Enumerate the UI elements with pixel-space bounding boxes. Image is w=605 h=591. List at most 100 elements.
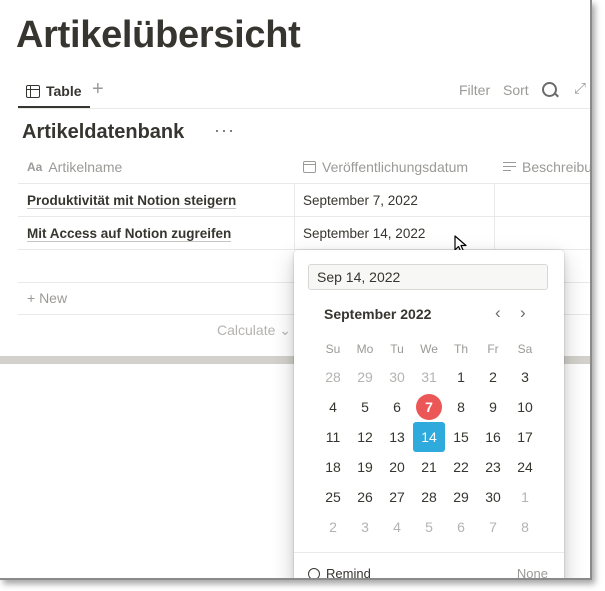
weekday-label: Fr <box>487 342 499 356</box>
month-label: September 2022 <box>324 306 432 322</box>
weekday-label: Su <box>325 342 341 356</box>
calendar-day-selected[interactable]: 14 <box>413 422 445 452</box>
calendar-day-number: 23 <box>485 459 501 475</box>
table-row-name[interactable]: Mit Access auf Notion zugreifen <box>27 226 232 242</box>
calendar-day[interactable]: 5 <box>413 512 445 542</box>
calendar-day-number: 4 <box>329 399 337 415</box>
weekday-label: Th <box>453 342 468 356</box>
calendar-day-number: 5 <box>361 399 369 415</box>
calendar-day[interactable]: 30 <box>477 482 509 512</box>
calendar-day-number: 17 <box>517 429 533 445</box>
calendar-day[interactable]: 2 <box>477 362 509 392</box>
calendar-day-number: 1 <box>521 489 529 505</box>
calendar-day-number: 15 <box>453 429 469 445</box>
remind-value[interactable]: None <box>517 566 548 578</box>
calendar-day[interactable]: 19 <box>349 452 381 482</box>
calendar-day[interactable]: 3 <box>349 512 381 542</box>
calendar-day[interactable]: 25 <box>317 482 349 512</box>
calendar-day[interactable]: 26 <box>349 482 381 512</box>
divider <box>294 183 295 249</box>
sort-button[interactable]: Sort <box>503 82 529 98</box>
table-icon <box>26 84 40 98</box>
calendar-day[interactable]: 8 <box>509 512 541 542</box>
calendar-day-number: 19 <box>357 459 373 475</box>
calendar-day[interactable]: 17 <box>509 422 541 452</box>
calculate-button[interactable]: Calculate ⌄ <box>217 322 291 339</box>
table-row-date[interactable]: September 7, 2022 <box>303 193 418 208</box>
calendar-day[interactable]: 6 <box>381 392 413 422</box>
calendar-day[interactable]: 2 <box>317 512 349 542</box>
calendar-day[interactable]: 10 <box>509 392 541 422</box>
calendar-day-number: 30 <box>485 489 501 505</box>
calendar-day-number: 26 <box>357 489 373 505</box>
text-property-icon: Aa <box>27 159 43 174</box>
calendar-day[interactable]: 27 <box>381 482 413 512</box>
calendar-day[interactable]: 11 <box>317 422 349 452</box>
calendar-day[interactable]: 23 <box>477 452 509 482</box>
calendar-day[interactable]: 18 <box>317 452 349 482</box>
calendar-day[interactable]: 20 <box>381 452 413 482</box>
table-row-name[interactable]: Produktivität mit Notion steigern <box>27 193 237 209</box>
column-header-beschreibung[interactable]: Beschreibung <box>503 150 590 183</box>
calendar-day-number: 2 <box>329 519 337 535</box>
calendar-day[interactable]: 28 <box>413 482 445 512</box>
prev-month-button[interactable]: ‹ <box>495 303 501 323</box>
weekday-label: Sa <box>517 342 533 356</box>
column-header-artikelname[interactable]: Aa Artikelname <box>27 150 122 183</box>
calendar-day-today[interactable]: 7 <box>413 392 445 422</box>
filter-button[interactable]: Filter <box>459 82 490 98</box>
calendar-day-number: 6 <box>393 399 401 415</box>
calendar-day[interactable]: 12 <box>349 422 381 452</box>
calendar-day[interactable]: 30 <box>381 362 413 392</box>
calendar-day-number: 14 <box>421 429 437 445</box>
calendar-day-number: 3 <box>521 369 529 385</box>
calendar-day-number: 6 <box>457 519 465 535</box>
calendar-day[interactable]: 4 <box>317 392 349 422</box>
calendar-day[interactable]: 1 <box>445 362 477 392</box>
calendar-day[interactable]: 1 <box>509 482 541 512</box>
calendar-day[interactable]: 6 <box>445 512 477 542</box>
calendar-day[interactable]: 13 <box>381 422 413 452</box>
calendar-day[interactable]: 21 <box>413 452 445 482</box>
database-title[interactable]: Artikeldatenbank <box>22 121 184 144</box>
calendar-day-number: 16 <box>485 429 501 445</box>
search-icon[interactable] <box>542 82 557 97</box>
weekday-label: We <box>420 342 438 356</box>
calendar-day-number: 1 <box>457 369 465 385</box>
remind-button[interactable]: Remind <box>308 566 371 580</box>
calendar-day[interactable]: 29 <box>349 362 381 392</box>
calendar-day[interactable]: 31 <box>413 362 445 392</box>
calendar-day[interactable]: 5 <box>349 392 381 422</box>
calendar-day[interactable]: 9 <box>477 392 509 422</box>
calendar-day[interactable]: 24 <box>509 452 541 482</box>
calendar-day[interactable]: 8 <box>445 392 477 422</box>
weekday-label: Mo <box>356 342 374 356</box>
calendar-day-number: 29 <box>357 369 373 385</box>
calendar-day-number: 12 <box>357 429 373 445</box>
tab-table[interactable]: Table <box>18 76 90 108</box>
calendar-day[interactable]: 22 <box>445 452 477 482</box>
text-lines-icon <box>503 161 516 172</box>
divider <box>18 183 590 184</box>
calendar-day[interactable]: 7 <box>477 512 509 542</box>
calendar-day[interactable]: 15 <box>445 422 477 452</box>
calendar-day-number: 27 <box>389 489 405 505</box>
column-header-datum[interactable]: Veröffentlichungsdatum <box>303 150 468 183</box>
calendar-day[interactable]: 28 <box>317 362 349 392</box>
expand-icon[interactable]: ⤢ <box>574 80 586 97</box>
calendar-day[interactable]: 29 <box>445 482 477 512</box>
table-row-date[interactable]: September 14, 2022 <box>303 226 425 241</box>
calendar-day[interactable]: 3 <box>509 362 541 392</box>
next-month-button[interactable]: › <box>520 303 526 323</box>
calendar-day[interactable]: 4 <box>381 512 413 542</box>
notion-page: Artikelübersicht Table + Filter Sort ⤢ A… <box>0 0 592 580</box>
calendar-day-number: 30 <box>389 369 405 385</box>
calendar-day[interactable]: 16 <box>477 422 509 452</box>
tab-table-label: Table <box>46 83 82 99</box>
remind-label: Remind <box>326 566 371 580</box>
more-options-button[interactable]: ··· <box>214 120 235 141</box>
calendar-day-number: 28 <box>325 369 341 385</box>
new-row-button[interactable]: + New <box>27 290 67 306</box>
add-view-button[interactable]: + <box>92 78 104 101</box>
date-input[interactable] <box>308 264 548 290</box>
